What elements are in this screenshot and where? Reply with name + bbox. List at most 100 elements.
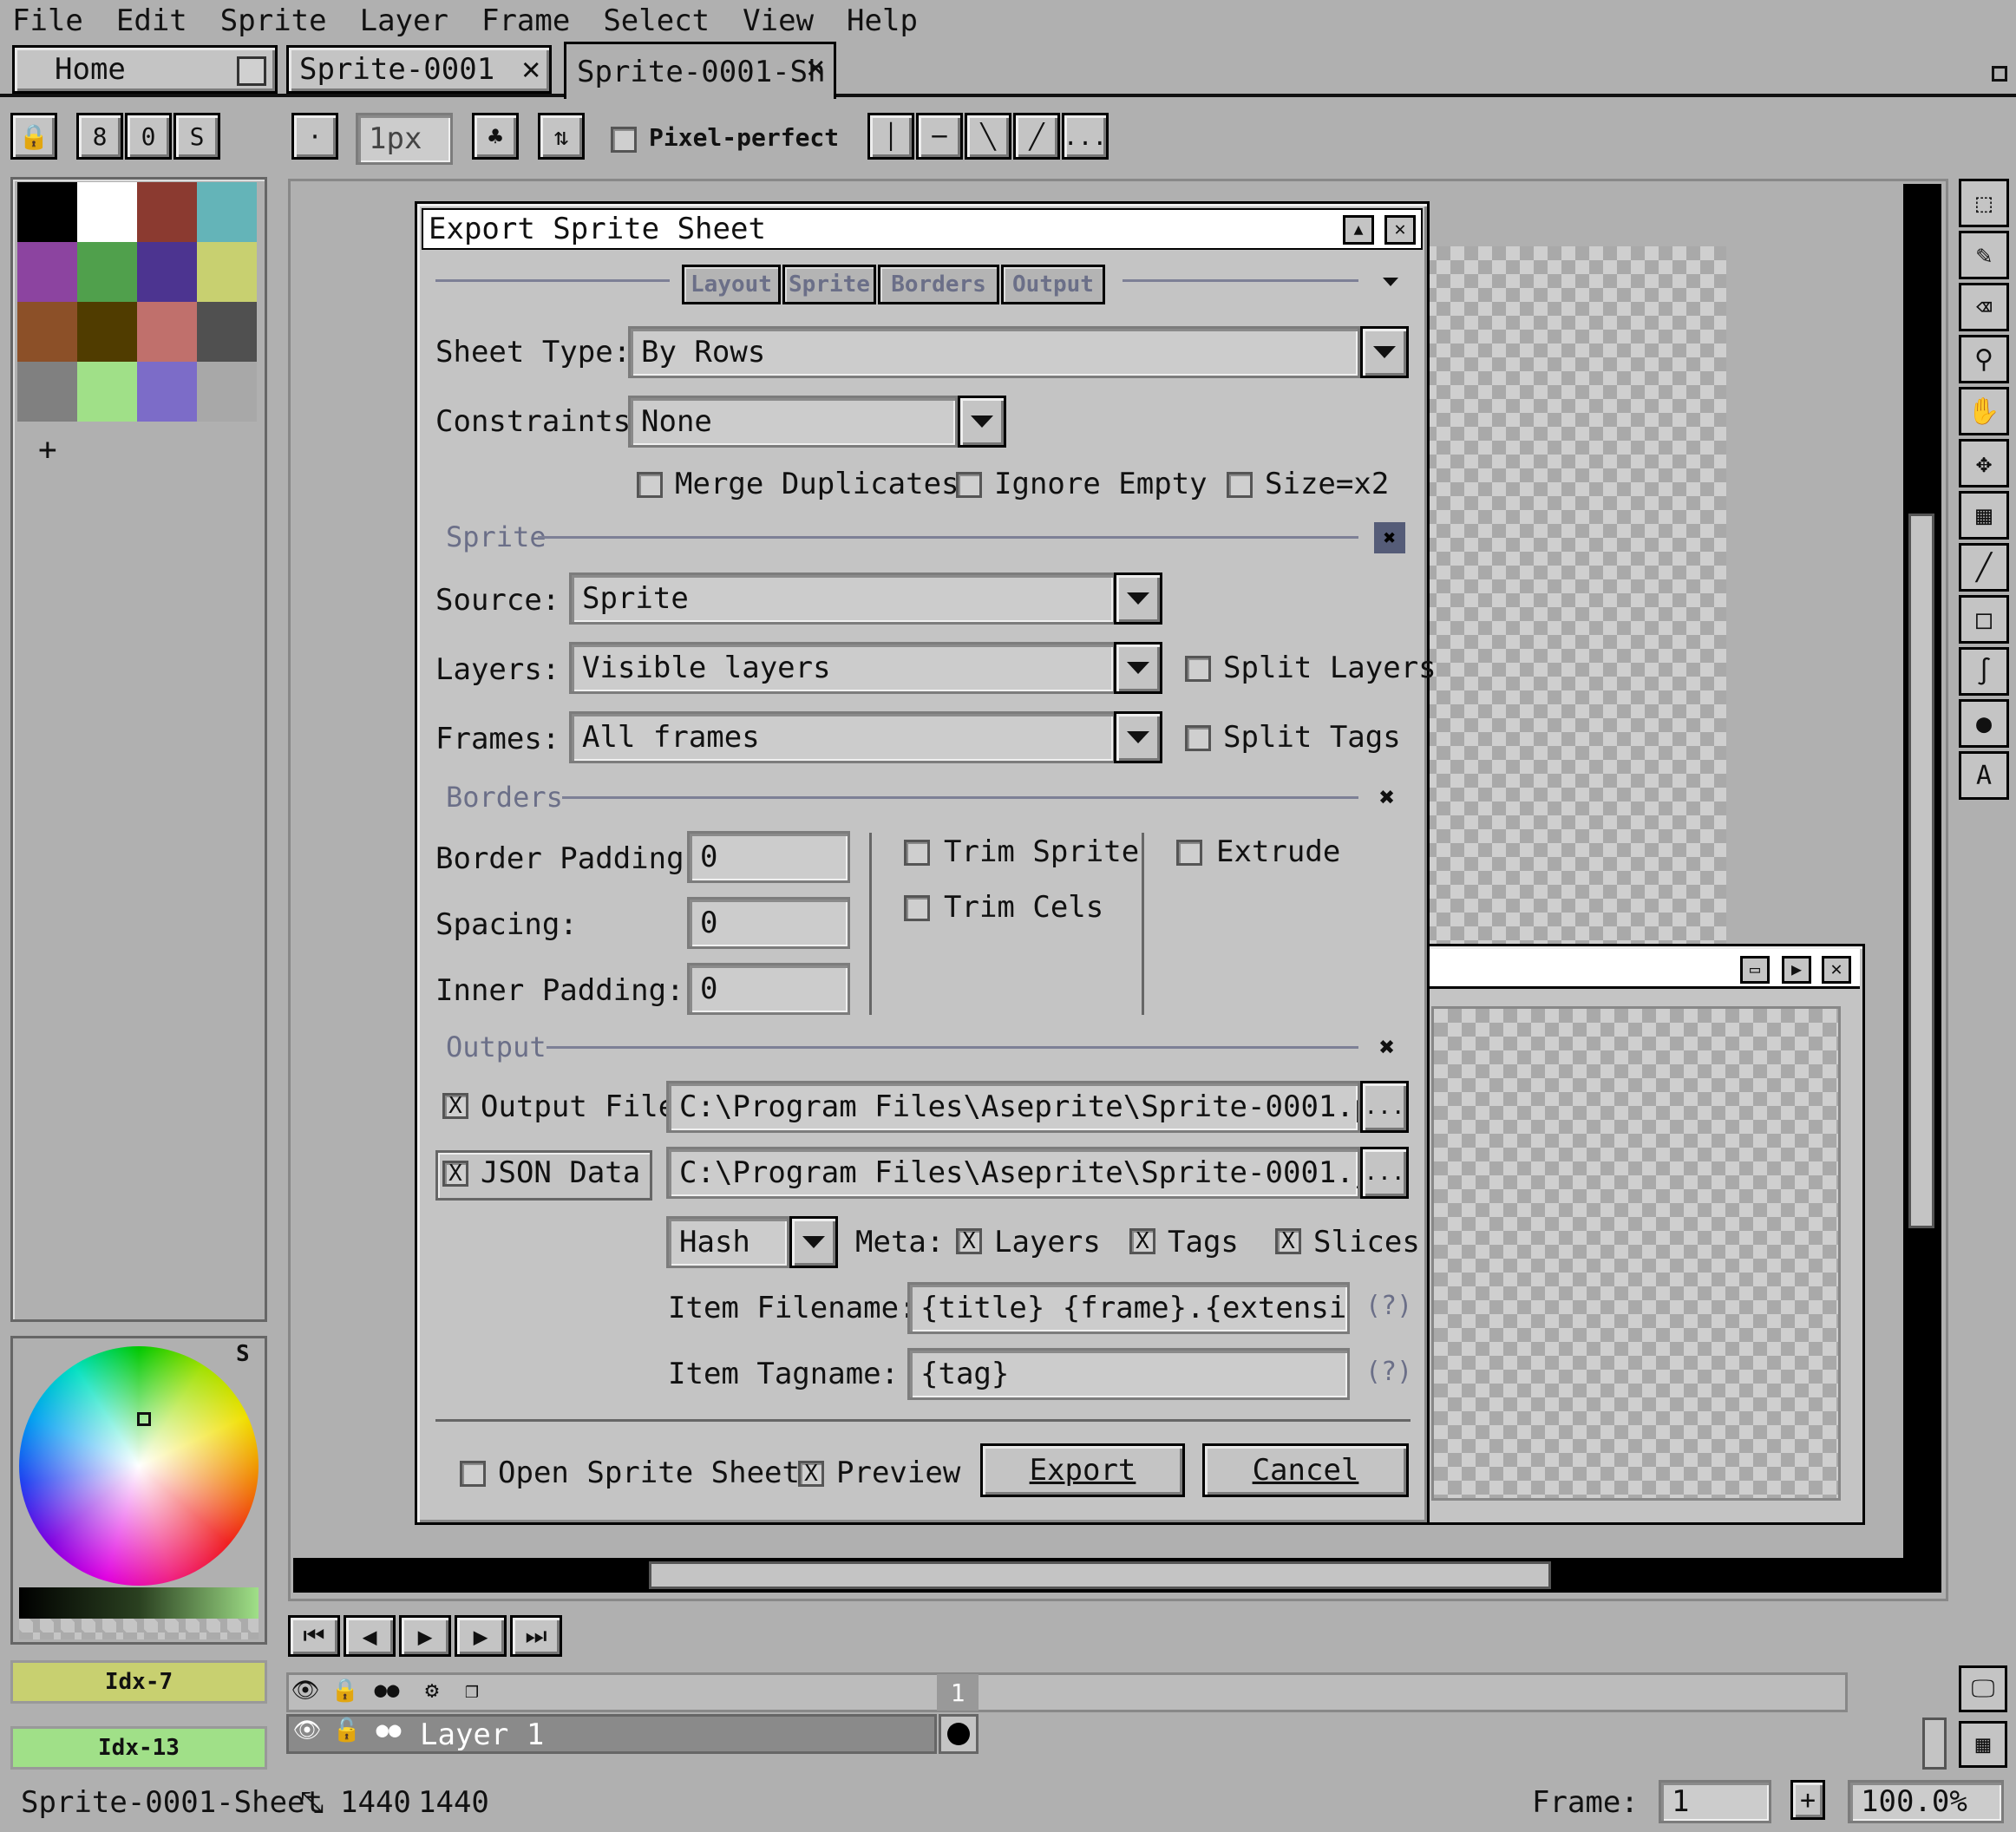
source-dropdown-button[interactable] xyxy=(1114,572,1162,625)
fill-tool-icon[interactable]: ▦ xyxy=(1959,491,2009,540)
preview-close-icon[interactable]: ✕ xyxy=(1822,956,1851,984)
split-layers-checkbox[interactable] xyxy=(1185,656,1211,682)
tab-sprite[interactable]: Sprite xyxy=(782,265,876,304)
constraints-dropdown-button[interactable] xyxy=(958,396,1006,448)
palette-swatch[interactable] xyxy=(197,302,257,362)
colorwheel-mode-badge[interactable]: S xyxy=(236,1341,250,1367)
link-cels-icon[interactable]: ❐ xyxy=(455,1678,489,1709)
ignore-empty-checkbox[interactable] xyxy=(956,472,982,498)
palette-swatch[interactable] xyxy=(17,362,77,422)
eraser-tool-icon[interactable]: ⌫ xyxy=(1959,283,2009,331)
move-tool-icon[interactable]: ✥ xyxy=(1959,439,2009,487)
palette-swatch[interactable] xyxy=(137,362,197,422)
close-icon[interactable]: ✕ xyxy=(806,49,825,85)
constraints-select[interactable]: None xyxy=(628,396,958,448)
vertical-scrollbar[interactable] xyxy=(1908,514,1934,1228)
close-icon[interactable]: ✕ xyxy=(521,51,540,87)
opacity-icon[interactable]: ⇅ xyxy=(538,113,585,160)
foreground-color[interactable]: Idx-7 xyxy=(10,1660,267,1704)
eyedropper-tool-icon[interactable]: ⚲ xyxy=(1959,335,2009,383)
preview-menu-icon[interactable]: ▭ xyxy=(1740,956,1770,984)
preview-canvas[interactable] xyxy=(1431,1006,1841,1501)
output-file-path[interactable]: C:\Program Files\Aseprite\Sprite-0001.pn… xyxy=(666,1081,1360,1133)
item-filename-field[interactable]: {title} {frame}.{extension} xyxy=(907,1282,1350,1334)
frame-header[interactable]: 1 xyxy=(937,1674,979,1711)
sprite-canvas[interactable] xyxy=(1423,246,1726,949)
palette-swatch[interactable] xyxy=(77,182,137,242)
timeline-monitor-icon[interactable]: 🖵 xyxy=(1959,1665,2007,1712)
stroke-horizontal-icon[interactable]: ─ xyxy=(916,113,963,160)
frames-dropdown-button[interactable] xyxy=(1114,711,1162,763)
visibility-icon[interactable]: 👁 xyxy=(290,1718,324,1749)
brush-0-button[interactable]: 0 xyxy=(125,113,172,160)
menu-view[interactable]: View xyxy=(743,3,814,38)
palette-swatch[interactable] xyxy=(77,302,137,362)
palette-swatch[interactable] xyxy=(77,242,137,302)
hand-tool-icon[interactable]: ✋ xyxy=(1959,387,2009,435)
onion-skin-icon[interactable]: ●● xyxy=(368,1678,406,1709)
json-format-select[interactable]: Hash xyxy=(666,1216,789,1268)
stroke-vertical-icon[interactable]: │ xyxy=(867,113,914,160)
palette-swatch[interactable] xyxy=(17,302,77,362)
palette-swatch[interactable] xyxy=(137,302,197,362)
dialog-close-icon[interactable]: ✕ xyxy=(1384,215,1416,245)
menu-select[interactable]: Select xyxy=(603,3,710,38)
frames-select[interactable]: All frames xyxy=(569,711,1116,763)
pixel-perfect-checkbox[interactable] xyxy=(611,127,637,153)
tab-output[interactable]: Output xyxy=(1001,265,1105,304)
sheet-type-select[interactable]: By Rows xyxy=(628,326,1360,378)
lock-icon[interactable]: 🔒 xyxy=(10,113,57,160)
text-tool-icon[interactable]: A xyxy=(1959,751,2009,800)
palette-swatch[interactable] xyxy=(77,362,137,422)
item-tagname-help-icon[interactable]: (?) xyxy=(1365,1357,1412,1387)
pencil-tool-icon[interactable]: ✎ xyxy=(1959,231,2009,279)
horizontal-scrollbar[interactable] xyxy=(649,1561,1551,1589)
add-color-button[interactable]: + xyxy=(38,432,57,468)
inner-padding-field[interactable]: 0 xyxy=(687,963,850,1015)
cel[interactable] xyxy=(939,1714,979,1754)
sheet-type-dropdown-button[interactable] xyxy=(1360,326,1409,378)
sprite-section-collapse-icon[interactable]: ✖ xyxy=(1374,522,1405,553)
open-sprite-sheet-checkbox[interactable] xyxy=(460,1461,486,1487)
export-button[interactable]: Export xyxy=(980,1443,1185,1497)
palette-swatch[interactable] xyxy=(137,242,197,302)
play-button[interactable]: ▶ xyxy=(399,1615,451,1657)
palette-swatch[interactable] xyxy=(197,362,257,422)
line-tool-icon[interactable]: ╱ xyxy=(1959,543,2009,592)
shade-bar[interactable] xyxy=(19,1587,259,1619)
json-file-path[interactable]: C:\Program Files\Aseprite\Sprite-0001.js… xyxy=(666,1147,1360,1199)
output-file-browse-button[interactable]: ... xyxy=(1360,1081,1409,1133)
tab-sprite-0001[interactable]: Sprite-0001 ✕ xyxy=(286,45,552,94)
stroke-diag-up-icon[interactable]: ╱ xyxy=(1013,113,1060,160)
layers-select[interactable]: Visible layers xyxy=(569,642,1116,694)
curve-tool-icon[interactable]: ∫ xyxy=(1959,647,2009,696)
zoom-field[interactable]: 100.0% xyxy=(1848,1780,2004,1823)
layer-settings-icon[interactable]: ⚙ xyxy=(415,1678,449,1709)
menu-sprite[interactable]: Sprite xyxy=(220,3,327,38)
output-section-close-icon[interactable]: ✖ xyxy=(1379,1032,1395,1063)
background-color[interactable]: Idx-13 xyxy=(10,1726,267,1770)
menu-file[interactable]: File xyxy=(12,3,83,38)
json-format-dropdown-button[interactable] xyxy=(789,1216,838,1268)
palette-swatch[interactable] xyxy=(17,182,77,242)
item-tagname-field[interactable]: {tag} xyxy=(907,1348,1350,1400)
continuous-icon[interactable]: ●● xyxy=(370,1718,408,1749)
add-frame-button[interactable]: + xyxy=(1790,1780,1825,1820)
lock-icon[interactable]: 🔓 xyxy=(330,1718,364,1749)
menu-layer[interactable]: Layer xyxy=(360,3,448,38)
maximize-icon[interactable] xyxy=(1992,66,2007,82)
first-frame-button[interactable]: ⏮ xyxy=(288,1615,340,1657)
layer-name[interactable]: Layer 1 xyxy=(420,1718,544,1752)
brush-type-button[interactable]: · xyxy=(291,113,338,160)
brush-8-button[interactable]: 8 xyxy=(76,113,123,160)
marquee-tool-icon[interactable]: ⬚ xyxy=(1959,179,2009,227)
item-filename-help-icon[interactable]: (?) xyxy=(1365,1291,1412,1321)
brush-s-button[interactable]: S xyxy=(173,113,220,160)
trim-cels-checkbox[interactable] xyxy=(904,895,930,921)
brush-size-field[interactable]: 1px xyxy=(356,113,453,165)
rectangle-tool-icon[interactable]: □ xyxy=(1959,595,2009,644)
meta-layers-checkbox[interactable]: X xyxy=(956,1228,982,1254)
lock-header-icon[interactable]: 🔒 xyxy=(328,1678,363,1709)
palette-swatch[interactable] xyxy=(137,182,197,242)
json-data-checkbox[interactable]: X xyxy=(442,1161,468,1187)
